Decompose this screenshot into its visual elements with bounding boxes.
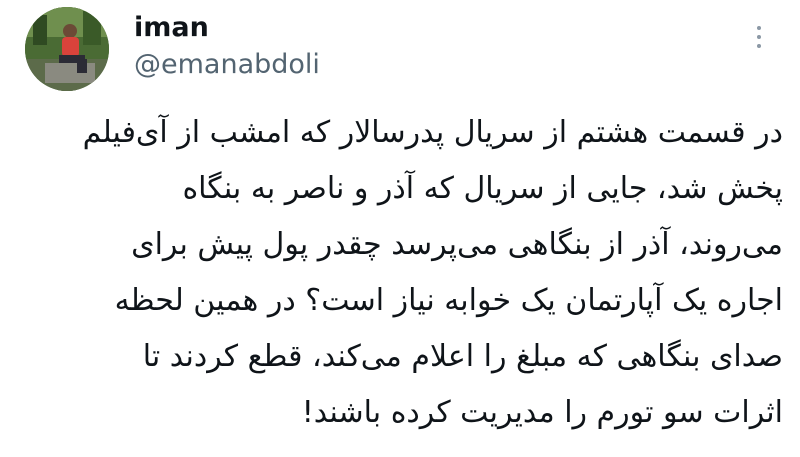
more-options-icon[interactable] xyxy=(748,26,770,52)
tweet-line: صدای بنگاهی که مبلغ را اعلام می‌کند، قطع… xyxy=(142,339,783,374)
tweet-text: در قسمت هشتم از سریال پدرسالار که امشب ا… xyxy=(28,105,783,441)
tweet-line: می‌روند، آذر از بنگاهی می‌پرسد چقدر پول … xyxy=(131,227,783,262)
tweet: iman @emanabdoli در قسمت هشتم از سریال پ… xyxy=(0,0,800,457)
tweet-line: در قسمت هشتم از سریال پدرسالار که امشب ا… xyxy=(82,115,783,150)
author-display-name[interactable]: iman xyxy=(134,12,209,44)
tweet-line: اجاره یک آپارتمان یک خوابه نیاز است؟ در … xyxy=(114,283,783,318)
tweet-line: پخش شد، جایی از سریال که آذر و ناصر به ب… xyxy=(182,171,783,206)
avatar[interactable] xyxy=(25,7,109,91)
profile-photo xyxy=(25,7,109,91)
tweet-line: اثرات سو تورم را مدیریت کرده باشند! xyxy=(301,395,783,430)
author-handle[interactable]: @emanabdoli xyxy=(134,49,320,81)
